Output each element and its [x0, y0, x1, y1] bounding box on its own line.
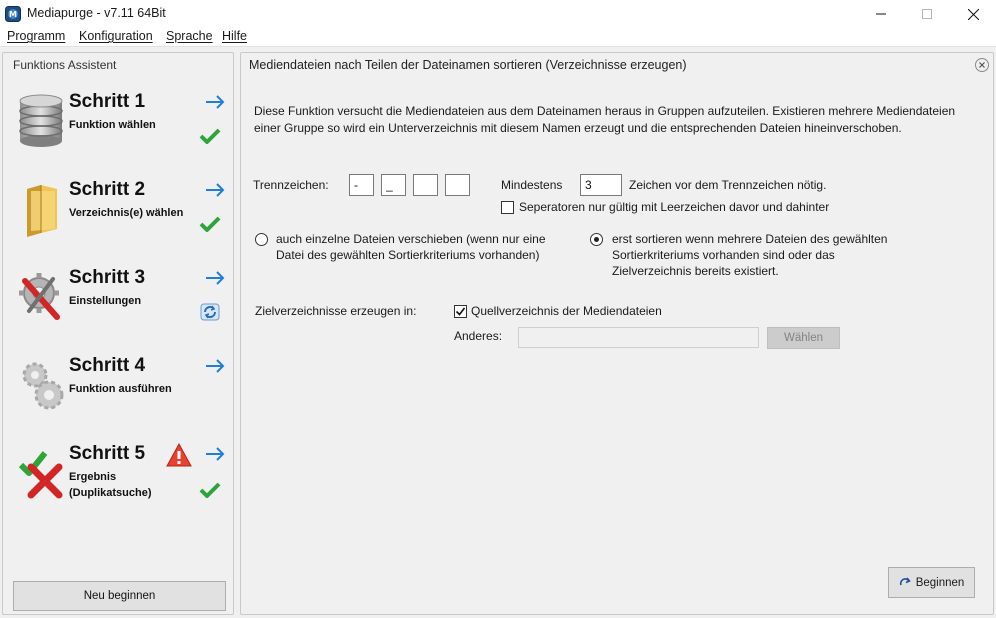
step-3-subtitle: Einstellungen — [69, 295, 142, 307]
radio-single-line-2: Datei des gewählten Sortierkriteriums vo… — [276, 248, 540, 262]
other-dir-input[interactable] — [518, 327, 759, 348]
restart-button[interactable]: Neu beginnen — [13, 581, 226, 611]
title-bar: M Mediapurge - v7.11 64Bit — [0, 0, 996, 28]
min-label: Mindestens — [501, 178, 563, 192]
arrow-right-icon — [206, 95, 225, 109]
separator-label: Trennzeichen: — [253, 178, 329, 192]
radio-multi-files[interactable] — [590, 233, 603, 246]
source-dir-checkbox[interactable] — [454, 305, 467, 318]
radio-multi-line-3: Zielverzeichnis bereits existiert. — [612, 264, 779, 278]
spaces-checkbox-label: Seperatoren nur gültig mit Leerzeichen d… — [519, 200, 830, 214]
warning-icon — [166, 443, 192, 467]
wizard-step-5[interactable]: Schritt 5 Ergebnis (Duplikatsuche) — [3, 441, 233, 529]
function-description: Diese Funktion versucht die Mediendateie… — [254, 104, 956, 135]
refresh-icon — [200, 303, 220, 321]
step-5-subtitle-line-2: (Duplikatsuche) — [69, 487, 152, 499]
min-suffix-label: Zeichen vor dem Trennzeichen nötig. — [629, 178, 827, 192]
step-5-title: Schritt 5 — [69, 443, 146, 464]
checkmark-icon — [455, 307, 466, 316]
redo-icon — [899, 577, 911, 586]
wizard-step-4[interactable]: Schritt 4 Funktion ausführen — [3, 353, 233, 441]
separator-input-4[interactable] — [445, 174, 470, 196]
folder-icon — [27, 185, 57, 237]
begin-button[interactable]: Beginnen — [888, 567, 975, 598]
check-icon — [199, 482, 221, 498]
source-dir-label: Quellverzeichnis der Mediendateien — [471, 304, 662, 318]
radio-single-label: auch einzelne Dateien verschieben (wenn … — [276, 231, 546, 263]
radio-single-line-1: auch einzelne Dateien verschieben (wenn … — [276, 232, 546, 246]
wizard-heading: Funktions Assistent — [13, 58, 117, 72]
result-icon — [18, 451, 63, 499]
settings-tools-icon — [19, 273, 60, 320]
spaces-checkbox[interactable] — [501, 201, 514, 214]
menu-sprache[interactable]: Sprache — [166, 29, 213, 43]
wizard-step-3[interactable]: Schritt 3 Einstellungen — [3, 265, 233, 353]
radio-multi-label: erst sortieren wenn mehrere Dateien des … — [612, 231, 887, 279]
choose-button[interactable]: Wählen — [767, 327, 840, 349]
wizard-step-2[interactable]: Schritt 2 Verzeichnis(e) wählen — [3, 177, 233, 265]
separator-input-2[interactable] — [381, 174, 406, 196]
menu-konfiguration[interactable]: Konfiguration — [79, 29, 153, 43]
maximize-button[interactable] — [904, 0, 950, 28]
close-button[interactable] — [950, 0, 996, 28]
menu-hilfe[interactable]: Hilfe — [222, 29, 247, 43]
step-2-subtitle: Verzeichnis(e) wählen — [69, 207, 184, 219]
begin-button-label: Beginnen — [915, 576, 965, 589]
arrow-right-icon — [206, 183, 225, 197]
step-5-subtitle-line-1: Ergebnis — [69, 471, 117, 483]
svg-text:M: M — [9, 10, 17, 19]
step-2-title: Schritt 2 — [69, 179, 146, 200]
separator-input-1[interactable] — [349, 174, 374, 196]
close-panel-icon[interactable] — [974, 57, 990, 73]
gears-icon — [22, 362, 64, 410]
target-label: Zielverzeichnisse erzeugen in: — [255, 304, 417, 318]
min-chars-input[interactable] — [580, 174, 622, 196]
maximize-icon — [922, 9, 932, 19]
settings-panel: Mediendateien nach Teilen der Dateinamen… — [240, 52, 994, 615]
panel-title: Mediendateien nach Teilen der Dateinamen… — [249, 58, 687, 72]
database-icon — [19, 94, 63, 147]
check-icon — [199, 216, 221, 232]
step-3-title: Schritt 3 — [69, 267, 146, 288]
arrow-right-icon — [206, 271, 225, 285]
wizard-panel: Funktions Assistent Schritt 1 Funktion w… — [2, 52, 234, 615]
step-1-title: Schritt 1 — [69, 91, 146, 112]
check-icon — [199, 128, 221, 144]
arrow-right-icon — [206, 447, 225, 461]
radio-multi-line-1: erst sortieren wenn mehrere Dateien des … — [612, 232, 888, 246]
step-4-title: Schritt 4 — [69, 355, 146, 376]
separator-input-3[interactable] — [413, 174, 438, 196]
step-5-subtitle: Ergebnis (Duplikatsuche) — [69, 469, 152, 501]
arrow-right-icon — [206, 359, 225, 373]
other-dir-label: Anderes: — [454, 329, 503, 343]
minimize-icon — [876, 13, 886, 15]
radio-multi-line-2: Sortierkriteriums vorhanden sind oder da… — [612, 248, 835, 262]
minimize-button[interactable] — [858, 0, 904, 28]
menu-bar: Programm Konfiguration Sprache Hilfe — [0, 28, 996, 46]
close-icon — [967, 8, 979, 20]
radio-selected-dot — [594, 237, 599, 242]
window-title: Mediapurge - v7.11 64Bit — [27, 6, 166, 20]
wizard-step-1[interactable]: Schritt 1 Funktion wählen — [3, 89, 233, 177]
step-4-subtitle: Funktion ausführen — [69, 383, 172, 395]
mediapurge-app-icon: M — [5, 6, 21, 22]
app-body: Funktions Assistent Schritt 1 Funktion w… — [0, 46, 996, 618]
radio-single-files[interactable] — [255, 233, 268, 246]
menu-programm[interactable]: Programm — [7, 29, 65, 43]
step-1-subtitle: Funktion wählen — [69, 119, 156, 131]
